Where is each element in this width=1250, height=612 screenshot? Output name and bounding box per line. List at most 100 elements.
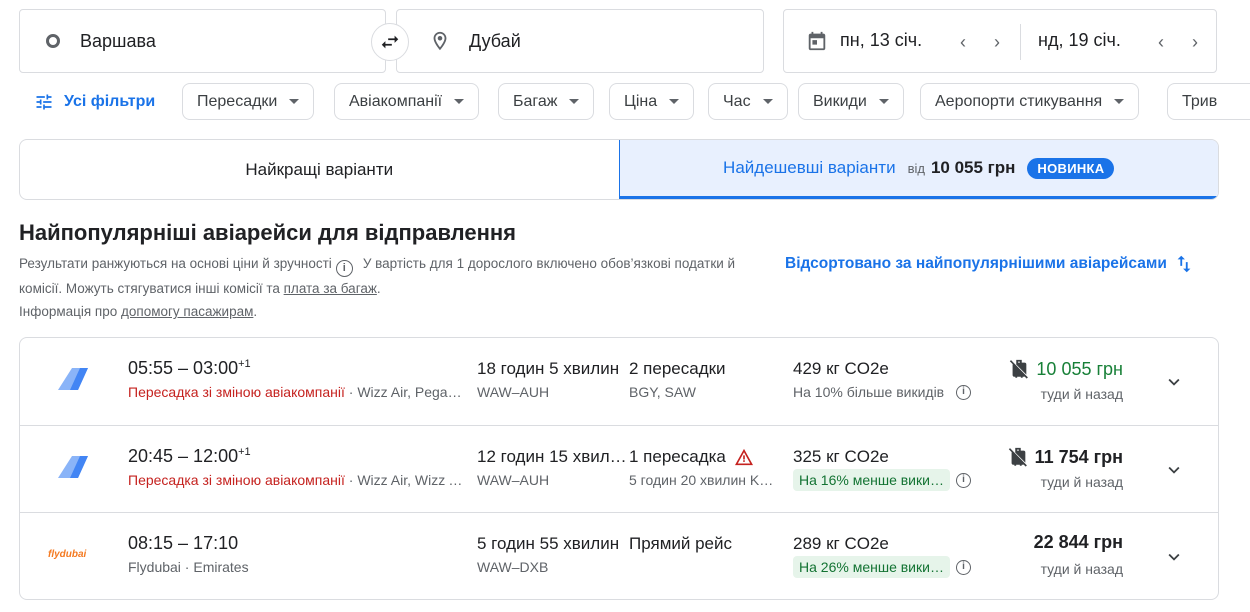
flight-price: 11 754 грн: [1034, 446, 1123, 467]
info-icon[interactable]: i: [956, 385, 971, 400]
depart-next-chevron-icon[interactable]: ›: [994, 32, 1000, 53]
tab-best[interactable]: Найкращі варіанти: [20, 140, 619, 199]
chip-label: Пересадки: [197, 92, 278, 110]
tab-cheapest-label: Найдешевші варіанти: [723, 158, 896, 177]
chevron-down-icon[interactable]: [1163, 459, 1185, 481]
airline-change-warning: Пересадка зі зміною авіакомпанії: [128, 472, 345, 488]
origin-circle-icon: [46, 34, 60, 48]
info-icon[interactable]: i: [956, 560, 971, 575]
flight-row[interactable]: 05:55 – 03:00+1 Пересадка зі зміною авіа…: [20, 338, 1218, 425]
no-carry-on-bag-icon: [1008, 447, 1027, 467]
baggage-fees-link[interactable]: плата за багаж: [284, 281, 377, 296]
dropdown-caret-icon: [1114, 99, 1125, 104]
flydubai-logo: flydubai: [48, 549, 90, 579]
destination-value: Дубай: [469, 30, 521, 51]
dropdown-caret-icon: [669, 99, 680, 104]
filter-baggage[interactable]: Багаж: [498, 83, 595, 120]
filter-stops[interactable]: Пересадки: [182, 83, 315, 120]
dropdown-caret-icon: [289, 99, 300, 104]
section-heading: Найпопулярніші авіарейси для відправленн…: [19, 220, 517, 245]
destination-field[interactable]: Дубай: [396, 9, 764, 73]
price-type: туди й назад: [1040, 386, 1123, 402]
filter-sliders-icon: [36, 94, 52, 110]
return-next-chevron-icon[interactable]: ›: [1192, 32, 1198, 53]
flight-route: WAW–AUH: [477, 472, 550, 488]
calendar-icon: [808, 31, 826, 51]
stops-count: 2 пересадки: [629, 359, 726, 379]
info-icon[interactable]: i: [335, 260, 353, 277]
flight-times: 20:45 – 12:00+1: [128, 446, 251, 467]
chip-label: Аеропорти стикування: [935, 92, 1103, 110]
day-offset: +1: [238, 358, 251, 370]
flight-route: WAW–DXB: [477, 559, 549, 575]
stops-label: 1 пересадка: [629, 447, 726, 466]
chip-label: Авіакомпанії: [349, 92, 443, 110]
filter-emissions[interactable]: Викиди: [798, 83, 904, 120]
tab-cheapest-from: від: [907, 160, 925, 176]
note-assistance: Інформація про: [19, 304, 118, 319]
note-period: .: [253, 304, 258, 319]
date-range-field[interactable]: пн, 13 січ. ‹ › нд, 19 січ. ‹ ›: [783, 9, 1217, 73]
flight-duration: 18 годин 5 хвилин: [477, 359, 620, 378]
return-date[interactable]: нд, 19 січ.: [1038, 30, 1121, 51]
sort-label: Відсортовано за найпопулярнішими авіарей…: [785, 255, 1167, 272]
all-filters-button[interactable]: Усі фільтри: [34, 90, 155, 114]
pricing-note: Результати ранжуються на основі ціни й з…: [19, 252, 779, 323]
flight-price: 22 844 грн: [1033, 532, 1123, 552]
origin-value: Варшава: [80, 30, 156, 51]
return-prev-chevron-icon[interactable]: ‹: [1158, 32, 1164, 53]
chip-label: Ціна: [624, 92, 658, 110]
flight-row[interactable]: flydubai 08:15 – 17:10 Flydubai · Emirat…: [20, 512, 1218, 599]
flight-times: 08:15 – 17:10: [128, 533, 238, 554]
time-range: 20:45 – 12:00: [128, 446, 239, 466]
airline-change-warning: Пересадка зі зміною авіакомпанії: [128, 384, 345, 400]
airline-info: Пересадка зі зміною авіакомпанії · Wizz …: [128, 472, 468, 488]
location-pin-icon: [433, 31, 447, 51]
emissions-comparison: На 10% більше викидів: [793, 384, 945, 400]
filter-connecting-airports[interactable]: Аеропорти стикування: [920, 83, 1140, 120]
flight-row[interactable]: 20:45 – 12:00+1 Пересадка зі зміною авіа…: [20, 425, 1218, 512]
dropdown-caret-icon: [762, 99, 773, 104]
chip-label: Багаж: [513, 92, 558, 110]
stops-label: Прямий рейс: [629, 534, 732, 553]
sort-button[interactable]: Відсортовано за найпопулярнішими авіарей…: [785, 252, 1195, 276]
tab-cheapest-price: 10 055 грн: [930, 158, 1016, 177]
price-type: туди й назад: [1040, 474, 1123, 490]
swap-button[interactable]: [371, 23, 409, 61]
sort-tabs: Найкращі варіанти Найдешевші варіанти ві…: [19, 139, 1219, 200]
flight-results-list: 05:55 – 03:00+1 Пересадка зі зміною авіа…: [19, 337, 1219, 600]
day-offset: +1: [238, 446, 251, 458]
price-block: 11 754 грн: [1007, 445, 1123, 469]
emissions-comparison: На 26% менше викидів: [793, 556, 950, 578]
chevron-down-icon[interactable]: [1163, 371, 1185, 393]
dropdown-caret-icon: [454, 99, 465, 104]
depart-prev-chevron-icon[interactable]: ‹: [960, 32, 966, 53]
departure-date[interactable]: пн, 13 січ.: [840, 30, 922, 51]
filter-time[interactable]: Час: [708, 83, 788, 120]
origin-field[interactable]: Варшава: [19, 9, 386, 73]
airline-info: Пересадка зі зміною авіакомпанії · Wizz …: [128, 384, 468, 400]
info-icon[interactable]: i: [956, 473, 971, 488]
note-ranking: Результати ранжуються на основі ціни й з…: [19, 256, 332, 271]
dropdown-caret-icon: [878, 99, 889, 104]
filter-price[interactable]: Ціна: [609, 83, 695, 120]
airline-names: · Wizz Air, Pegasus: [344, 384, 468, 400]
stops-count: Прямий рейс: [629, 534, 732, 554]
all-filters-label: Усі фільтри: [64, 93, 156, 110]
price-block: 22 844 грн: [1034, 532, 1123, 553]
passenger-assistance-link[interactable]: допомогу пасажирам: [121, 304, 253, 319]
chevron-down-icon[interactable]: [1163, 546, 1185, 568]
flight-duration: 5 годин 55 хвилин: [477, 534, 620, 553]
airline-names: · Wizz Air, Wizz Air Abu Dhabi: [348, 472, 468, 488]
filter-duration[interactable]: Трив: [1167, 83, 1250, 120]
filter-airlines[interactable]: Авіакомпанії: [334, 83, 480, 120]
dropdown-caret-icon: [569, 99, 580, 104]
generic-airline-logo: [58, 456, 88, 478]
emissions-comparison: На 16% менше викидів: [793, 469, 950, 491]
stops-label: 2 пересадки: [629, 359, 726, 378]
stops-count: 1 пересадка: [629, 447, 754, 467]
flight-times: 05:55 – 03:00+1: [128, 358, 251, 379]
price-block: 10 055 грн: [1008, 357, 1123, 381]
co2-emissions: 429 кг CO2e: [793, 359, 889, 378]
tab-cheapest[interactable]: Найдешевші варіанти від 10 055 грн НОВИН…: [618, 140, 1218, 199]
